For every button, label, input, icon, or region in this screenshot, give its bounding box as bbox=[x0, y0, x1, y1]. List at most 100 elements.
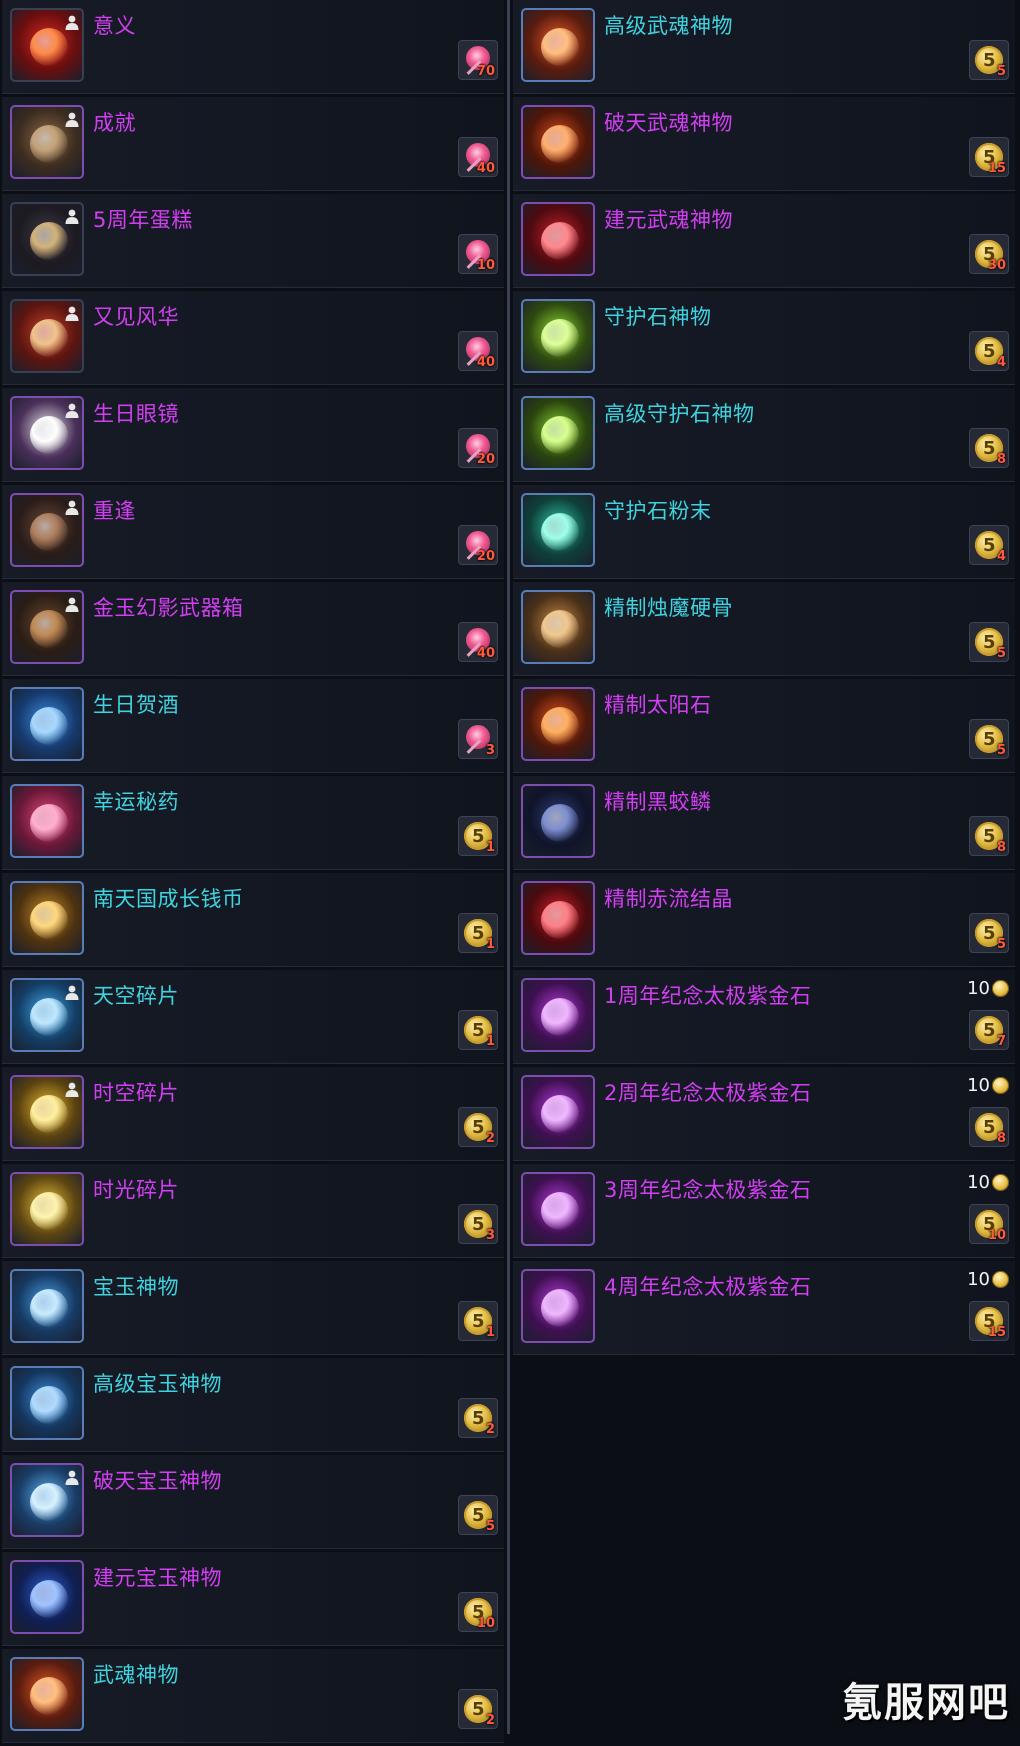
token-quantity: 20 bbox=[476, 452, 495, 467]
item-row[interactable]: 建元武魂神物 30 bbox=[513, 194, 1015, 288]
seal-token-icon[interactable]: 20 bbox=[458, 525, 498, 565]
sun-stone-icon[interactable] bbox=[521, 687, 595, 761]
coin-token-icon[interactable]: 3 bbox=[458, 1204, 498, 1244]
item-row[interactable]: 精制黑蛟鳞 8 bbox=[513, 776, 1015, 870]
advanced-gem-relic-icon[interactable] bbox=[10, 1366, 84, 1440]
item-row[interactable]: 精制赤流结晶 5 bbox=[513, 873, 1015, 967]
item-row[interactable]: 重逢 20 bbox=[2, 485, 504, 579]
coin-token-icon[interactable]: 1 bbox=[458, 913, 498, 953]
coin-token-icon[interactable]: 1 bbox=[458, 816, 498, 856]
seal-token-icon[interactable]: 20 bbox=[458, 428, 498, 468]
item-name: 1周年纪念太极紫金石 bbox=[604, 984, 812, 1008]
coin-token-icon[interactable]: 30 bbox=[969, 234, 1009, 274]
item-row[interactable]: 生日眼镜 20 bbox=[2, 388, 504, 482]
item-row[interactable]: 南天国成长钱币 1 bbox=[2, 873, 504, 967]
coin-token-icon[interactable]: 15 bbox=[969, 137, 1009, 177]
growth-coin-icon[interactable] bbox=[10, 881, 84, 955]
coin-token-icon[interactable]: 1 bbox=[458, 1010, 498, 1050]
coin-token-icon[interactable]: 1 bbox=[458, 1301, 498, 1341]
guardian-stone-relic-icon[interactable] bbox=[521, 299, 595, 373]
item-row[interactable]: 2周年纪念太极紫金石 10 8 bbox=[513, 1067, 1015, 1161]
coin-token-icon[interactable]: 8 bbox=[969, 816, 1009, 856]
token-quantity: 4 bbox=[996, 549, 1006, 564]
item-row[interactable]: 精制太阳石 5 bbox=[513, 679, 1015, 773]
token-quantity: 1 bbox=[485, 1325, 495, 1340]
seal-token-icon[interactable]: 3 bbox=[458, 719, 498, 759]
item-name: 破天武魂神物 bbox=[604, 111, 733, 135]
time-shard-icon[interactable] bbox=[10, 1172, 84, 1246]
coin-token-icon[interactable]: 10 bbox=[969, 1204, 1009, 1244]
item-row[interactable]: 守护石神物 4 bbox=[513, 291, 1015, 385]
secondary-price: 10 bbox=[967, 1269, 1009, 1290]
item-row[interactable]: 意义 70 bbox=[2, 0, 504, 94]
secondary-price: 10 bbox=[967, 978, 1009, 999]
item-row[interactable]: 时空碎片 2 bbox=[2, 1067, 504, 1161]
coin-token-icon[interactable]: 8 bbox=[969, 428, 1009, 468]
seal-token-icon[interactable]: 40 bbox=[458, 331, 498, 371]
coin-token-icon[interactable]: 4 bbox=[969, 331, 1009, 371]
item-row[interactable]: 生日贺酒 3 bbox=[2, 679, 504, 773]
coin-token-icon[interactable]: 4 bbox=[969, 525, 1009, 565]
item-row[interactable]: 高级武魂神物 5 bbox=[513, 0, 1015, 94]
demon-bone-icon[interactable] bbox=[521, 590, 595, 664]
celebration-wine-icon[interactable] bbox=[10, 687, 84, 761]
coin-token-icon[interactable]: 2 bbox=[458, 1398, 498, 1438]
item-row[interactable]: 破天宝玉神物 5 bbox=[2, 1455, 504, 1549]
item-row[interactable]: 又见风华 40 bbox=[2, 291, 504, 385]
item-row[interactable]: 守护石粉末 4 bbox=[513, 485, 1015, 579]
right-item-list: 高级武魂神物 5 破天武魂神物 15 建元武魂神物 30 守护石神物 4 高级守护石神物 8 守护石… bbox=[513, 0, 1015, 1358]
item-row[interactable]: 破天武魂神物 15 bbox=[513, 97, 1015, 191]
black-dragon-scale-icon[interactable] bbox=[521, 784, 595, 858]
item-row[interactable]: 高级守护石神物 8 bbox=[513, 388, 1015, 482]
gem-relic-icon[interactable] bbox=[10, 1269, 84, 1343]
item-row[interactable]: 成就 40 bbox=[2, 97, 504, 191]
advanced-guardian-relic-icon[interactable] bbox=[521, 396, 595, 470]
founding-gem-relic-icon[interactable] bbox=[10, 1560, 84, 1634]
item-row[interactable]: 5周年蛋糕 10 bbox=[2, 194, 504, 288]
taiji-purple-stone-icon[interactable] bbox=[521, 1075, 595, 1149]
founding-martial-relic-icon[interactable] bbox=[521, 202, 595, 276]
item-row[interactable]: 宝玉神物 1 bbox=[2, 1261, 504, 1355]
token-quantity: 5 bbox=[996, 937, 1006, 952]
item-name: 建元武魂神物 bbox=[604, 208, 733, 232]
item-row[interactable]: 3周年纪念太极紫金石 10 10 bbox=[513, 1164, 1015, 1258]
item-row[interactable]: 金玉幻影武器箱 40 bbox=[2, 582, 504, 676]
item-row[interactable]: 建元宝玉神物 10 bbox=[2, 1552, 504, 1646]
item-row[interactable]: 天空碎片 1 bbox=[2, 970, 504, 1064]
coin-token-icon[interactable]: 7 bbox=[969, 1010, 1009, 1050]
coin-token-icon[interactable]: 10 bbox=[458, 1592, 498, 1632]
item-row[interactable]: 时光碎片 3 bbox=[2, 1164, 504, 1258]
sky-breaking-martial-relic-icon[interactable] bbox=[521, 105, 595, 179]
taiji-purple-stone-icon[interactable] bbox=[521, 1269, 595, 1343]
item-row[interactable]: 武魂神物 2 bbox=[2, 1649, 504, 1743]
coin-token-icon[interactable]: 2 bbox=[458, 1107, 498, 1147]
item-row[interactable]: 1周年纪念太极紫金石 10 7 bbox=[513, 970, 1015, 1064]
secondary-price-value: 10 bbox=[967, 1172, 990, 1193]
coin-token-icon[interactable]: 5 bbox=[458, 1495, 498, 1535]
guardian-powder-icon[interactable] bbox=[521, 493, 595, 567]
taiji-purple-stone-icon[interactable] bbox=[521, 978, 595, 1052]
advanced-martial-soul-relic-icon[interactable] bbox=[521, 8, 595, 82]
seal-token-icon[interactable]: 70 bbox=[458, 40, 498, 80]
coin-token-icon[interactable]: 5 bbox=[969, 719, 1009, 759]
luck-potion-icon[interactable] bbox=[10, 784, 84, 858]
coin-token-icon[interactable]: 8 bbox=[969, 1107, 1009, 1147]
item-row[interactable]: 高级宝玉神物 2 bbox=[2, 1358, 504, 1452]
seal-token-icon[interactable]: 10 bbox=[458, 234, 498, 274]
item-row[interactable]: 幸运秘药 1 bbox=[2, 776, 504, 870]
coin-token-icon[interactable]: 2 bbox=[458, 1689, 498, 1729]
taiji-purple-stone-icon[interactable] bbox=[521, 1172, 595, 1246]
coin-token-icon[interactable]: 5 bbox=[969, 913, 1009, 953]
coin-token-icon[interactable]: 5 bbox=[969, 40, 1009, 80]
seal-token-icon[interactable]: 40 bbox=[458, 622, 498, 662]
coin-token-icon[interactable]: 5 bbox=[969, 622, 1009, 662]
item-name: 2周年纪念太极紫金石 bbox=[604, 1081, 812, 1105]
seal-token-icon[interactable]: 40 bbox=[458, 137, 498, 177]
gold-coin-icon bbox=[992, 1271, 1009, 1288]
item-row[interactable]: 4周年纪念太极紫金石 10 15 bbox=[513, 1261, 1015, 1355]
secondary-price: 10 bbox=[967, 1172, 1009, 1193]
red-flow-crystal-icon[interactable] bbox=[521, 881, 595, 955]
martial-soul-relic-icon[interactable] bbox=[10, 1657, 84, 1731]
coin-token-icon[interactable]: 15 bbox=[969, 1301, 1009, 1341]
item-row[interactable]: 精制烛魔硬骨 5 bbox=[513, 582, 1015, 676]
